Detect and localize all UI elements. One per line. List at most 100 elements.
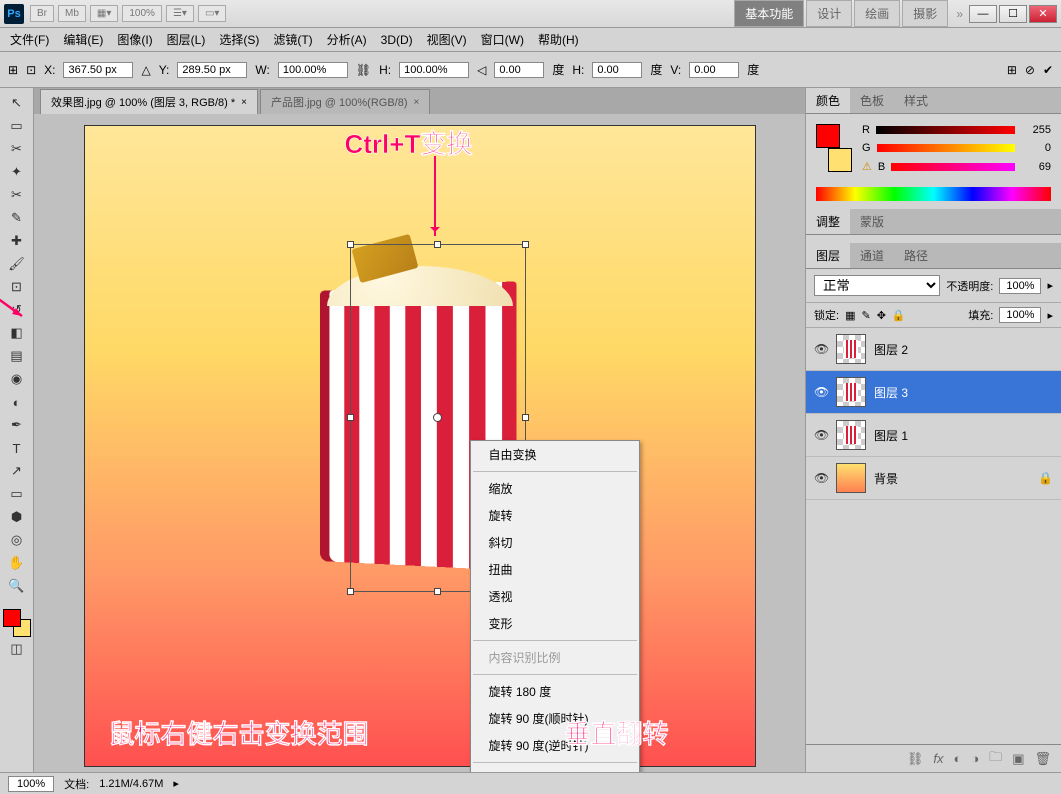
layer-thumbnail[interactable]: [836, 334, 866, 364]
screen-mode-icon[interactable]: ▦▾: [90, 5, 118, 22]
adjustment-layer-icon[interactable]: ◑: [971, 751, 979, 766]
visibility-icon[interactable]: 👁: [814, 471, 828, 485]
hand-tool-icon[interactable]: ✋: [5, 552, 29, 574]
3d-camera-tool-icon[interactable]: ◎: [5, 529, 29, 551]
color-spectrum[interactable]: [816, 187, 1051, 201]
cancel-transform-icon[interactable]: ⊘: [1025, 63, 1035, 77]
status-flyout-icon[interactable]: ▸: [173, 777, 179, 790]
canvas-viewport[interactable]: 自由变换缩放旋转斜切扭曲透视变形内容识别比例旋转 180 度旋转 90 度(顺时…: [40, 118, 799, 768]
handle-bc[interactable]: [434, 588, 441, 595]
color-tab[interactable]: 样式: [894, 88, 938, 113]
eraser-tool-icon[interactable]: ◧: [5, 322, 29, 344]
ctx-item[interactable]: 缩放: [471, 475, 639, 502]
pen-tool-icon[interactable]: ✒: [5, 414, 29, 436]
y-input[interactable]: [177, 62, 247, 78]
zoom-tool-icon[interactable]: 🔍: [5, 575, 29, 597]
menu-item[interactable]: 窗口(W): [475, 29, 530, 50]
lock-all-icon[interactable]: 🔒: [892, 309, 906, 322]
opacity-value[interactable]: 100%: [999, 278, 1041, 294]
color-swatches[interactable]: [816, 124, 852, 172]
stamp-tool-icon[interactable]: ⊡: [5, 276, 29, 298]
skew-v-input[interactable]: [689, 62, 739, 78]
color-tab[interactable]: 颜色: [806, 88, 850, 113]
lasso-tool-icon[interactable]: ✂: [5, 138, 29, 160]
marquee-tool-icon[interactable]: ▭: [5, 115, 29, 137]
menu-item[interactable]: 选择(S): [213, 29, 265, 50]
menu-item[interactable]: 文件(F): [4, 29, 55, 50]
workspace-tab-0[interactable]: 基本功能: [734, 0, 804, 27]
g-value[interactable]: 0: [1021, 142, 1051, 154]
ctx-item[interactable]: 自由变换: [471, 441, 639, 468]
delete-layer-icon[interactable]: 🗑: [1034, 751, 1051, 767]
layer-row[interactable]: 👁图层 1: [806, 414, 1061, 457]
minimize-button[interactable]: —: [969, 5, 997, 23]
menu-item[interactable]: 编辑(E): [57, 29, 109, 50]
artboard[interactable]: 自由变换缩放旋转斜切扭曲透视变形内容识别比例旋转 180 度旋转 90 度(顺时…: [85, 126, 755, 766]
menu-item[interactable]: 图层(L): [161, 29, 212, 50]
layer-row[interactable]: 👁 图层 3: [806, 371, 1061, 414]
3d-tool-icon[interactable]: ⬢: [5, 506, 29, 528]
menu-item[interactable]: 视图(V): [421, 29, 473, 50]
lock-position-icon[interactable]: ✥: [877, 309, 886, 322]
lock-transparency-icon[interactable]: ▦: [845, 309, 855, 322]
layers-tab[interactable]: 路径: [894, 243, 938, 268]
mask-icon[interactable]: ◐: [953, 751, 961, 766]
ctx-item[interactable]: 斜切: [471, 529, 639, 556]
new-layer-icon[interactable]: ▣: [1012, 751, 1024, 767]
layer-name[interactable]: 图层 3: [874, 384, 908, 401]
type-tool-icon[interactable]: T: [5, 437, 29, 459]
x-input[interactable]: [63, 62, 133, 78]
menu-item[interactable]: 滤镜(T): [267, 29, 318, 50]
close-button[interactable]: ✕: [1029, 5, 1057, 23]
gradient-tool-icon[interactable]: ▤: [5, 345, 29, 367]
layer-row[interactable]: 👁图层 2: [806, 328, 1061, 371]
adjust-tab[interactable]: 调整: [806, 209, 850, 234]
fg-color[interactable]: [3, 609, 21, 627]
path-select-tool-icon[interactable]: ↗: [5, 460, 29, 482]
visibility-icon[interactable]: 👁: [814, 342, 828, 356]
eyedropper-tool-icon[interactable]: ✎: [5, 207, 29, 229]
menu-item[interactable]: 分析(A): [321, 29, 373, 50]
handle-bl[interactable]: [347, 588, 354, 595]
brush-tool-icon[interactable]: 🖌: [5, 253, 29, 275]
document-tab[interactable]: 产品图.jpg @ 100%(RGB/8)×: [260, 89, 430, 114]
fill-value[interactable]: 100%: [999, 307, 1041, 323]
menu-item[interactable]: 3D(D): [375, 31, 419, 49]
maximize-button[interactable]: ☐: [999, 5, 1027, 23]
ctx-item[interactable]: 旋转: [471, 502, 639, 529]
ctx-item[interactable]: 旋转 180 度: [471, 678, 639, 705]
ctx-item[interactable]: 透视: [471, 583, 639, 610]
lock-pixels-icon[interactable]: ✎: [861, 309, 870, 322]
visibility-icon[interactable]: 👁: [814, 385, 828, 399]
move-tool-icon[interactable]: ↖: [5, 92, 29, 114]
ctx-item[interactable]: 扭曲: [471, 556, 639, 583]
height-input[interactable]: [399, 62, 469, 78]
dodge-tool-icon[interactable]: ◐: [5, 391, 29, 413]
view-extras-icon[interactable]: ☰▾: [166, 5, 194, 22]
zoom-box[interactable]: 100%: [8, 776, 54, 792]
layers-tab[interactable]: 通道: [850, 243, 894, 268]
panel-bg-color[interactable]: [828, 148, 852, 172]
skew-h-input[interactable]: [592, 62, 642, 78]
r-value[interactable]: 255: [1021, 124, 1051, 136]
crop-tool-icon[interactable]: ✂: [5, 184, 29, 206]
color-tab[interactable]: 色板: [850, 88, 894, 113]
wand-tool-icon[interactable]: ✦: [5, 161, 29, 183]
commit-transform-icon[interactable]: ✔: [1043, 63, 1053, 77]
visibility-icon[interactable]: 👁: [814, 428, 828, 442]
zoom-level[interactable]: 100%: [122, 5, 162, 22]
fx-icon[interactable]: fx: [933, 751, 943, 766]
b-value[interactable]: 69: [1021, 161, 1051, 173]
link-icon[interactable]: ⛓: [356, 63, 371, 77]
group-icon[interactable]: 🗀: [989, 748, 1002, 770]
layer-name[interactable]: 背景: [874, 470, 898, 487]
layer-thumbnail[interactable]: [836, 420, 866, 450]
more-icon[interactable]: »: [956, 7, 963, 21]
document-tab[interactable]: 效果图.jpg @ 100% (图层 3, RGB/8) *×: [40, 89, 258, 114]
arrange-icon[interactable]: ▭▾: [198, 5, 226, 22]
opacity-flyout-icon[interactable]: ▸: [1047, 279, 1053, 292]
color-swatch[interactable]: [3, 609, 31, 637]
close-tab-icon[interactable]: ×: [241, 97, 247, 108]
ctx-item[interactable]: 变形: [471, 610, 639, 637]
workspace-tab-2[interactable]: 绘画: [854, 0, 900, 27]
